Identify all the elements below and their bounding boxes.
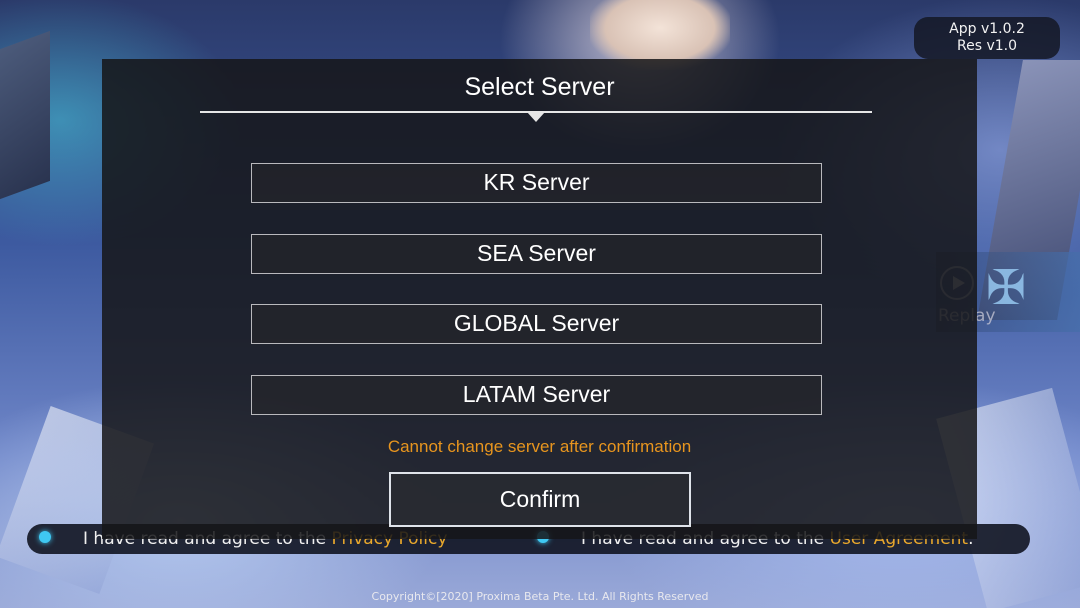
server-warning: Cannot change server after confirmation (387, 437, 692, 456)
server-option-kr[interactable]: KR Server (251, 163, 822, 203)
copyright-text: Copyright©[2020] Proxima Beta Pte. Ltd. … (371, 590, 709, 603)
confirm-button[interactable]: Confirm (389, 472, 691, 527)
agree-toggle-icon[interactable] (39, 531, 51, 543)
caret-down-icon (527, 112, 545, 122)
dialog-title: Select Server (464, 73, 615, 101)
server-option-latam[interactable]: LATAM Server (251, 375, 822, 415)
game-screen: App v1.0.2 Res v1.0 ✠ Replay I have read… (0, 0, 1080, 608)
server-option-sea[interactable]: SEA Server (251, 234, 822, 274)
select-server-dialog: Select Server KR Server SEA Server GLOBA… (102, 59, 977, 539)
app-version: App v1.0.2 (949, 21, 1025, 37)
server-option-global[interactable]: GLOBAL Server (251, 304, 822, 344)
background-crystal (0, 30, 50, 200)
res-version: Res v1.0 (956, 38, 1017, 54)
version-info: App v1.0.2 Res v1.0 (914, 17, 1060, 59)
